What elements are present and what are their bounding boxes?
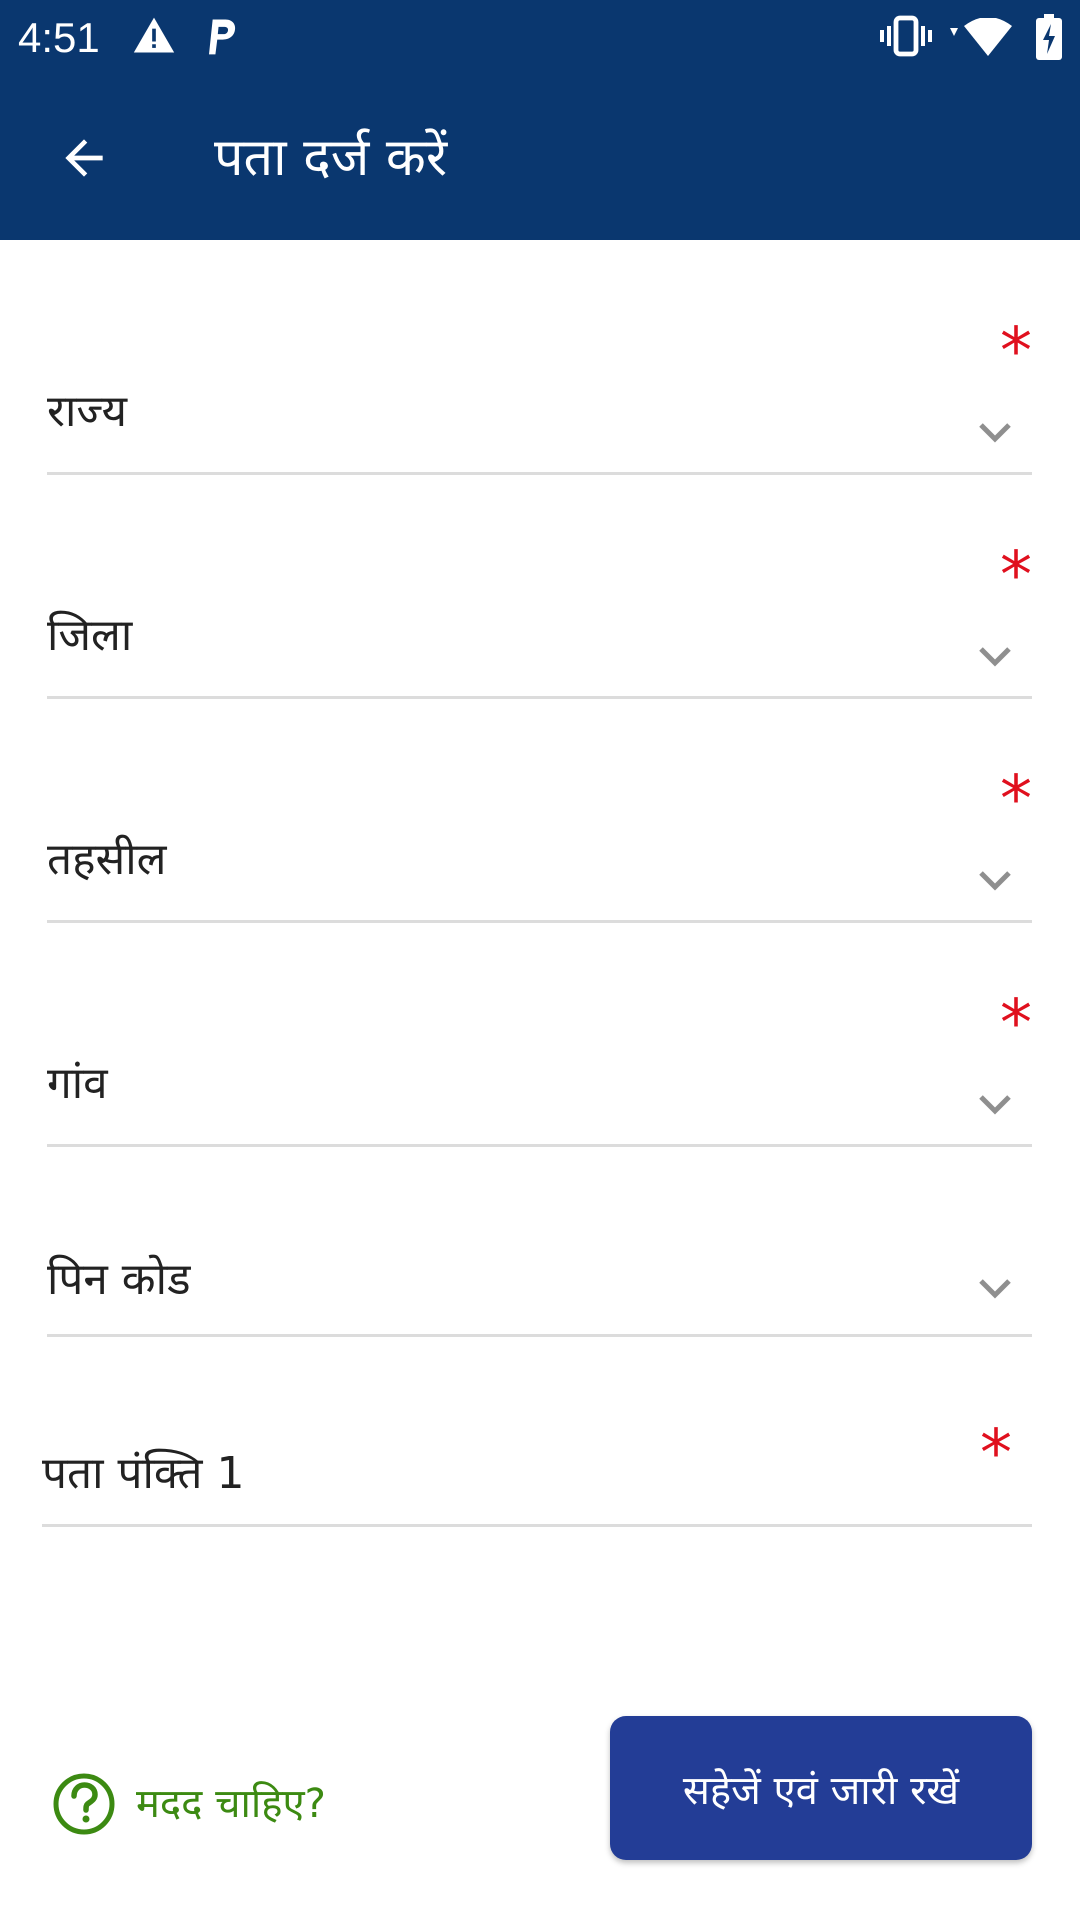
district-label: जिला xyxy=(47,610,133,661)
chevron-down-icon xyxy=(979,647,1011,667)
field-underline xyxy=(47,696,1032,699)
field-underline xyxy=(47,1334,1032,1337)
wifi-icon xyxy=(948,17,1012,62)
app-bar: पता दर्ज करें xyxy=(0,78,1080,240)
chevron-down-icon xyxy=(979,1095,1011,1115)
tehsil-label: तहसील xyxy=(47,834,167,885)
chevron-down-icon xyxy=(979,423,1011,443)
pincode-dropdown[interactable]: पिन कोड xyxy=(47,1250,1032,1338)
required-indicator: * xyxy=(1000,763,1032,837)
page-title: पता दर्ज करें xyxy=(214,128,448,188)
village-dropdown[interactable]: * गांव xyxy=(47,982,1032,1148)
state-dropdown[interactable]: * राज्य xyxy=(47,310,1032,476)
chevron-down-icon xyxy=(979,1279,1011,1299)
parking-icon xyxy=(200,14,240,62)
village-label: गांव xyxy=(47,1058,108,1109)
required-indicator: * xyxy=(980,1417,1012,1491)
help-label: मदद चाहिए? xyxy=(136,1781,326,1827)
help-link[interactable]: मदद चाहिए? xyxy=(52,1772,326,1836)
chevron-down-icon xyxy=(979,871,1011,891)
field-underline xyxy=(42,1524,1032,1527)
address-line1-label: पता पंक्ति 1 xyxy=(42,1448,245,1499)
required-indicator: * xyxy=(1000,539,1032,613)
field-underline xyxy=(47,920,1032,923)
save-continue-button[interactable]: सहेजें एवं जारी रखें xyxy=(610,1716,1032,1860)
back-button[interactable] xyxy=(44,118,124,198)
alert-icon xyxy=(132,14,176,62)
field-underline xyxy=(47,1144,1032,1147)
district-dropdown[interactable]: * जिला xyxy=(47,534,1032,700)
arrow-back-icon xyxy=(65,139,103,177)
field-underline xyxy=(47,472,1032,475)
address-line1-input[interactable]: * पता पंक्ति 1 xyxy=(42,1410,1032,1528)
state-label: राज्य xyxy=(47,386,128,437)
help-circle-icon xyxy=(53,1773,115,1835)
vibrate-icon xyxy=(880,14,932,62)
battery-charging-icon xyxy=(1036,14,1062,64)
status-bar: 4:51 xyxy=(0,0,1080,78)
required-indicator: * xyxy=(1000,987,1032,1061)
tehsil-dropdown[interactable]: * तहसील xyxy=(47,758,1032,924)
pincode-label: पिन कोड xyxy=(47,1254,191,1305)
required-indicator: * xyxy=(1000,315,1032,389)
status-time: 4:51 xyxy=(18,14,100,61)
